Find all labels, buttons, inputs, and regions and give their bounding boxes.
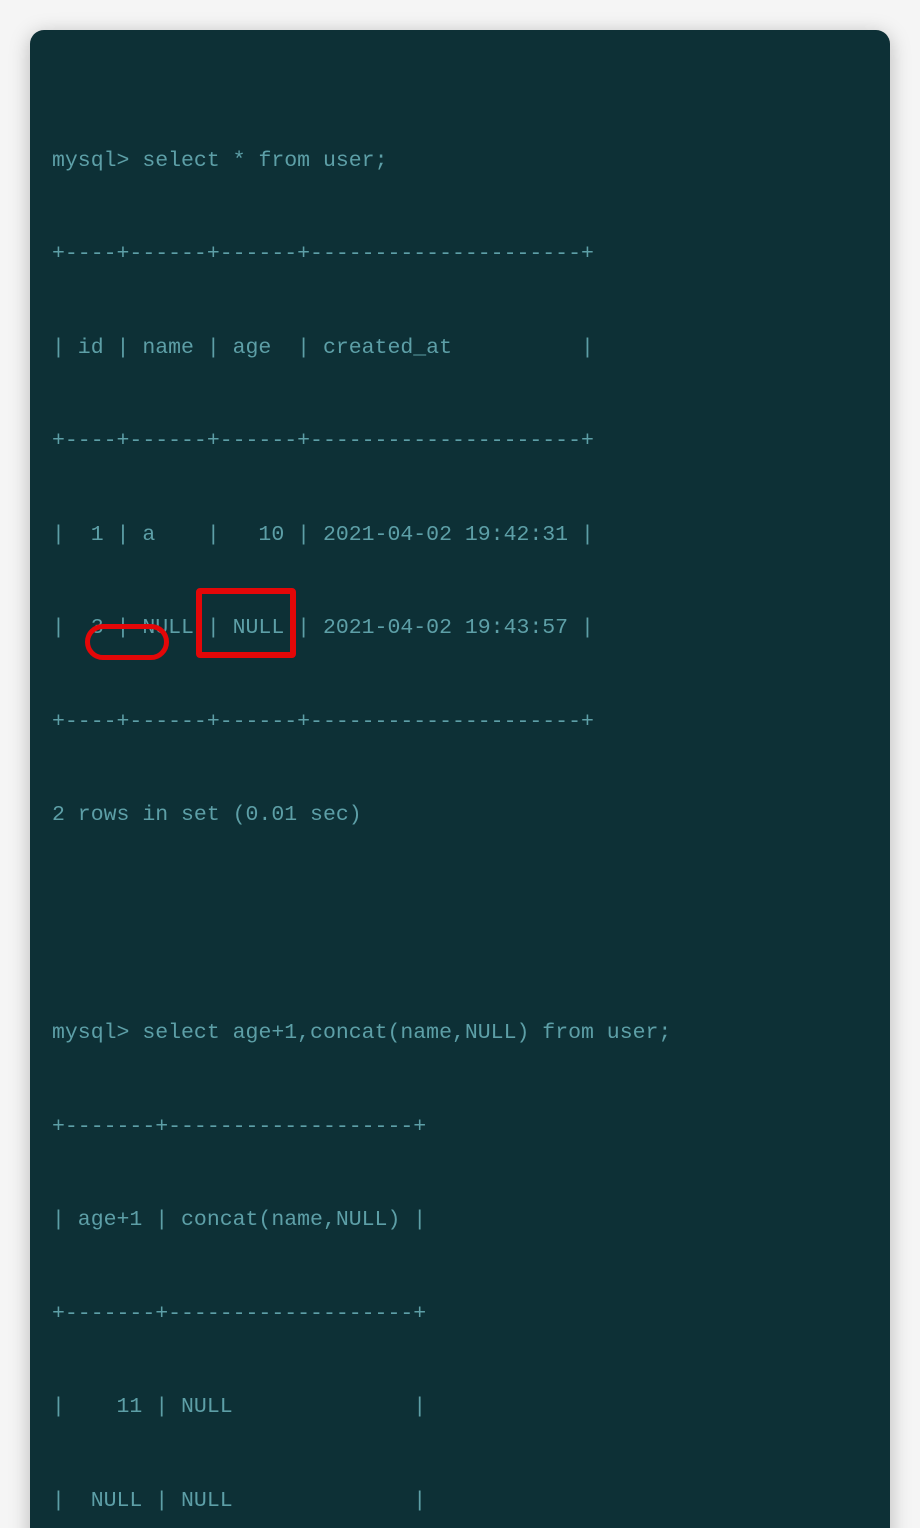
- q2-row-1: | NULL | NULL |: [52, 1486, 868, 1517]
- q1-border-bot: +----+------+------+--------------------…: [52, 707, 868, 738]
- q1-status: 2 rows in set (0.01 sec): [52, 800, 868, 831]
- prompt-line-2: mysql> select age+1,concat(name,NULL) fr…: [52, 1018, 868, 1049]
- query2-command: select age+1,concat(name,NULL) from user…: [142, 1021, 671, 1045]
- q1-row-1: | 3 | NULL | NULL | 2021-04-02 19:43:57 …: [52, 613, 868, 644]
- prompt: mysql>: [52, 149, 129, 173]
- null-highlight-oval: [85, 624, 169, 660]
- q2-border-top: +-------+-------------------+: [52, 1112, 868, 1143]
- query1-command: select * from user;: [142, 149, 387, 173]
- q1-row-0: | 1 | a | 10 | 2021-04-02 19:42:31 |: [52, 520, 868, 551]
- q1-border-top: +----+------+------+--------------------…: [52, 239, 868, 270]
- q2-row-0: | 11 | NULL |: [52, 1392, 868, 1423]
- blank-line: [52, 894, 868, 925]
- q2-border-mid: +-------+-------------------+: [52, 1299, 868, 1330]
- q1-border-mid: +----+------+------+--------------------…: [52, 426, 868, 457]
- null-highlight-rect: [196, 588, 296, 658]
- mysql-terminal[interactable]: mysql> select * from user; +----+------+…: [30, 30, 890, 1528]
- q1-header: | id | name | age | created_at |: [52, 333, 868, 364]
- prompt: mysql>: [52, 1021, 129, 1045]
- prompt-line-1: mysql> select * from user;: [52, 146, 868, 177]
- q2-header: | age+1 | concat(name,NULL) |: [52, 1205, 868, 1236]
